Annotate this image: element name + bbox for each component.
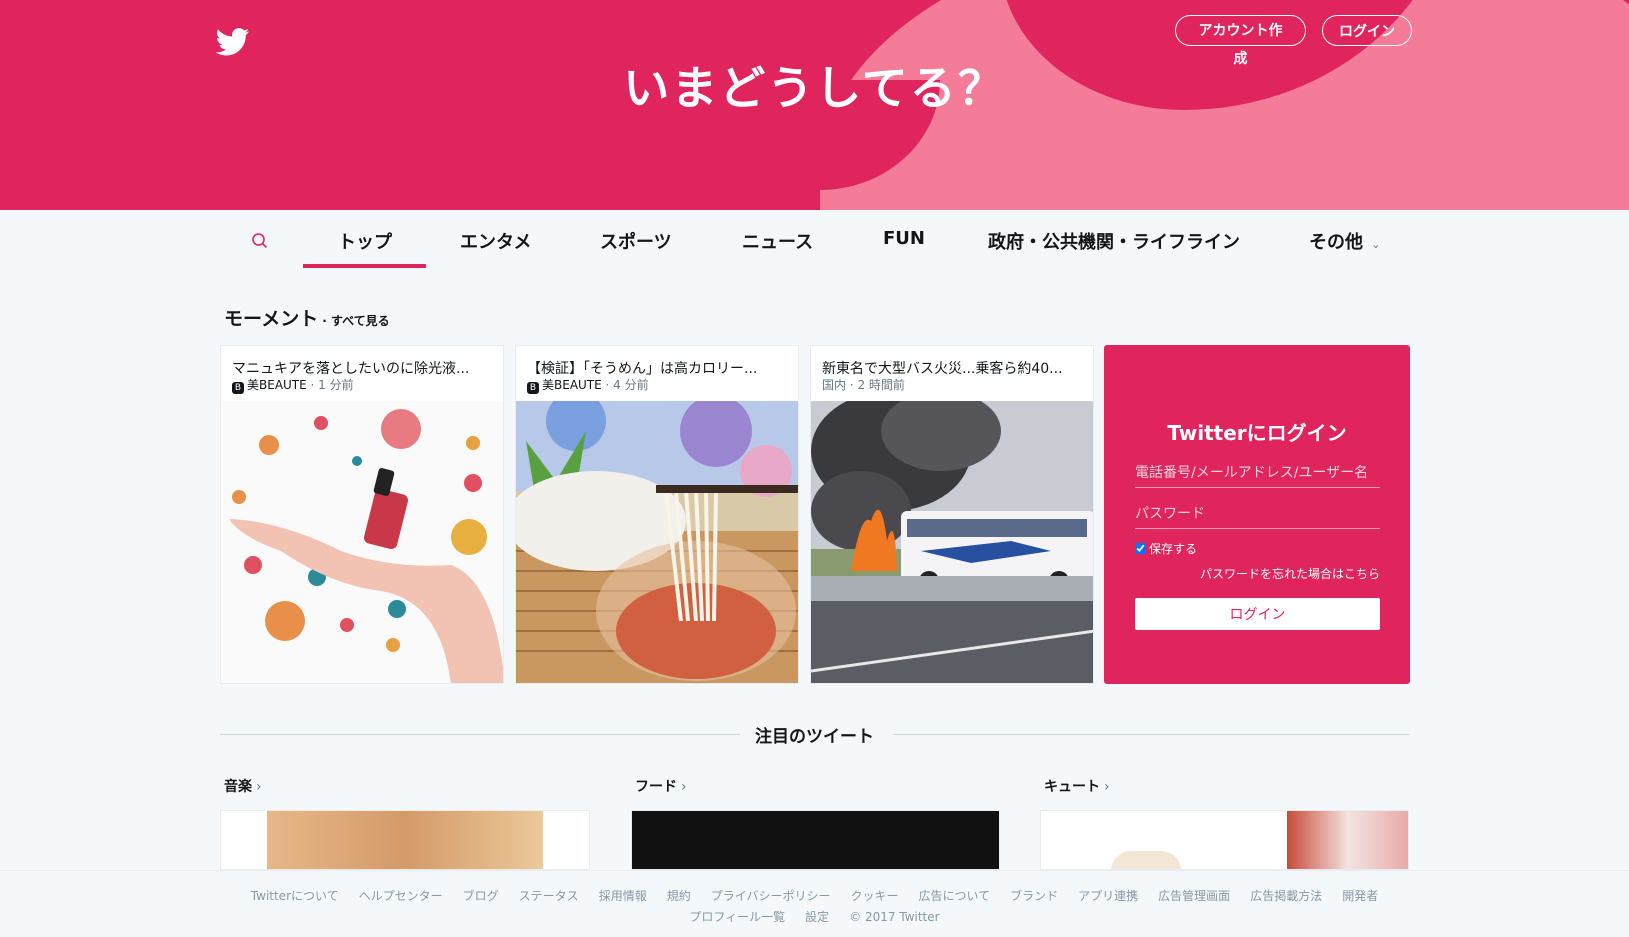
category-label: キュート — [1044, 779, 1100, 795]
category-label: 音楽 — [224, 779, 252, 795]
page-headline: いまどうしてる？ — [623, 61, 1006, 115]
moment-time: · 2 時間前 — [846, 378, 905, 392]
login-submit-button[interactable]: ログイン — [1135, 598, 1380, 630]
category-cute-link[interactable]: キュート › — [1044, 776, 1110, 796]
remember-label: 保存する — [1149, 542, 1198, 556]
moment-meta: B 美BEAUTE · 1 分前 — [232, 376, 354, 394]
remember-me[interactable]: 保存する — [1135, 540, 1197, 557]
moment-meta: 国内 · 2 時間前 — [822, 376, 905, 393]
login-panel: Twitterにログイン 保存する パスワードを忘れた場合はこちら ログイン — [1104, 345, 1410, 684]
tab-news[interactable]: ニュース — [742, 228, 813, 254]
moment-title: マニュキアを落としたいのに除光液... — [232, 361, 470, 377]
tab-more[interactable]: その他 ⌄ — [1309, 228, 1381, 254]
signup-button[interactable]: アカウント作成 — [1175, 15, 1306, 66]
chevron-right-icon: › — [1104, 779, 1110, 795]
footer-link[interactable]: ブランド — [1010, 889, 1058, 903]
footer-link[interactable]: クッキー — [850, 889, 898, 903]
username-field[interactable] — [1135, 458, 1380, 488]
footer-link[interactable]: ブログ — [463, 889, 499, 903]
nail-polish-image — [221, 401, 503, 683]
hero-banner: いまどうしてる？ アカウント作成 ログイン — [0, 0, 1629, 210]
featured-heading: 注目のツイート — [0, 722, 1629, 747]
tab-more-label: その他 — [1309, 232, 1363, 253]
tab-sports[interactable]: スポーツ — [600, 228, 672, 254]
footer: Twitterについて ヘルプセンター ブログ ステータス 採用情報 規約 プライバシーポリ… — [0, 870, 1629, 937]
tweet-image — [632, 811, 999, 869]
moment-title: 【検証】「そうめん」は高カロリー... — [527, 361, 758, 377]
tweet-image — [1111, 851, 1181, 869]
moment-meta: B 美BEAUTE · 4 分前 — [527, 376, 649, 394]
moment-time: · 4 分前 — [601, 378, 649, 392]
see-all-moments-link[interactable]: · すべて見る — [322, 314, 389, 328]
moments-title: モーメント — [224, 308, 319, 330]
chevron-down-icon: ⌄ — [1371, 238, 1381, 251]
login-title: Twitterにログイン — [1167, 421, 1347, 445]
source-badge-icon: B — [232, 382, 244, 394]
moment-source: 美BEAUTE — [247, 378, 307, 392]
footer-link[interactable]: アプリ連携 — [1078, 889, 1138, 903]
footer-link[interactable]: 設定 — [805, 910, 829, 924]
moments-heading: モーメント · すべて見る — [224, 304, 390, 331]
footer-link[interactable]: 広告について — [919, 889, 991, 903]
footer-link[interactable]: 採用情報 — [599, 889, 647, 903]
moment-source: 国内 — [822, 378, 847, 392]
footer-link[interactable]: プライバシーポリシー — [711, 889, 831, 903]
moment-card[interactable]: 新東名で大型バス火災...乗客ら約40... 国内 · 2 時間前 — [810, 345, 1094, 684]
forgot-password-link[interactable]: パスワードを忘れた場合はこちら — [1200, 565, 1380, 582]
remember-checkbox[interactable] — [1135, 543, 1146, 554]
featured-tweet-card[interactable] — [220, 810, 590, 870]
moment-card[interactable]: 【検証】「そうめん」は高カロリー... B 美BEAUTE · 4 分前 — [515, 345, 799, 684]
footer-link[interactable]: Twitterについて — [251, 889, 339, 903]
moment-source: 美BEAUTE — [542, 378, 602, 392]
chevron-right-icon: › — [681, 779, 687, 795]
somen-noodles-image — [516, 401, 798, 683]
bus-fire-image — [811, 401, 1093, 683]
footer-link[interactable]: 広告掲載方法 — [1250, 889, 1322, 903]
active-tab-indicator — [303, 264, 426, 268]
category-label: フード — [635, 779, 677, 795]
footer-link[interactable]: © 2017 Twitter — [849, 910, 939, 924]
tab-fun[interactable]: FUN — [883, 228, 925, 249]
footer-link[interactable]: ヘルプセンター — [359, 889, 443, 903]
footer-link[interactable]: ステータス — [519, 889, 579, 903]
footer-link[interactable]: プロフィール一覧 — [689, 910, 785, 924]
login-button[interactable]: ログイン — [1322, 15, 1412, 46]
footer-links-row: プロフィール一覧 設定 © 2017 Twitter — [0, 908, 1629, 925]
featured-title: 注目のツイート — [741, 727, 888, 747]
tab-entertainment[interactable]: エンタメ — [460, 228, 531, 254]
tab-government[interactable]: 政府・公共機関・ライフライン — [988, 228, 1240, 254]
tweet-image — [267, 811, 543, 869]
footer-link[interactable]: 広告管理画面 — [1158, 889, 1230, 903]
moment-title: 新東名で大型バス火災...乗客ら約40... — [822, 361, 1063, 377]
moment-card[interactable]: マニュキアを落としたいのに除光液... B 美BEAUTE · 1 分前 — [220, 345, 504, 684]
footer-link[interactable]: 開発者 — [1342, 889, 1378, 903]
featured-tweet-card[interactable] — [1040, 810, 1409, 870]
password-field[interactable] — [1135, 499, 1380, 529]
category-music-link[interactable]: 音楽 › — [224, 776, 262, 796]
search-icon[interactable] — [251, 232, 269, 250]
chevron-right-icon: › — [256, 779, 262, 795]
featured-tweet-card[interactable] — [631, 810, 1000, 870]
tweet-thumbnail — [1287, 811, 1408, 869]
source-badge-icon: B — [527, 382, 539, 394]
moment-time: · 1 分前 — [306, 378, 354, 392]
footer-link[interactable]: 規約 — [667, 889, 691, 903]
footer-links-row: Twitterについて ヘルプセンター ブログ ステータス 採用情報 規約 プライバシーポリ… — [0, 887, 1629, 904]
category-nav: トップ エンタメ スポーツ ニュース FUN 政府・公共機関・ライフライン その… — [0, 210, 1629, 270]
category-food-link[interactable]: フード › — [635, 776, 687, 796]
tab-top[interactable]: トップ — [338, 228, 392, 254]
